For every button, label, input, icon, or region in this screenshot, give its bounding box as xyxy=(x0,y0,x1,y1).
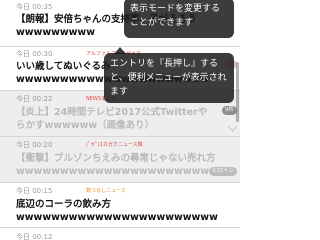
entry-source: (ﾟ∀ﾟ)1カガクニュース隊 xyxy=(86,142,143,148)
entry-time: 今日 00:30 xyxy=(16,50,53,58)
entry-time: 今日 00:35 xyxy=(16,3,53,11)
entry-title: 【衝撃】ブルゾンちえみの尋常じゃない売れ方wwwwwwwwwwwwwwwwwww… xyxy=(16,153,216,177)
long-press-tooltip: エントリを『長押し』すると、便利メニューが表示されます xyxy=(104,53,234,103)
entry-time: 今日 00:22 xyxy=(16,95,53,103)
list-item[interactable]: 今日 00:20 (ﾟ∀ﾟ)1カガクニュース隊 【衝撃】ブルゾンちえみの尋常じゃ… xyxy=(0,137,240,183)
long-press-tooltip-text: エントリを『長押し』すると、便利メニューが表示されます xyxy=(110,59,227,97)
entry-title: 底辺のコーラの飲み方wwwwwwwwwwwwwwwwwwwwwww xyxy=(16,199,218,223)
scrollbar[interactable] xyxy=(236,62,239,122)
list-item[interactable]: 今日 00:15 数つるしニュース 底辺のコーラの飲み方wwwwwwwwwwww… xyxy=(0,183,240,228)
category-badge: ヒロイン xyxy=(208,167,237,176)
display-mode-tooltip: 表示モードを変更することができます xyxy=(124,0,234,38)
entry-title: 【炎上】24時間テレビ2017公式Twitterやらかすwwwwww（画像あり） xyxy=(16,107,208,131)
entry-time: 今日 00:12 xyxy=(16,233,53,240)
entry-source: 数つるしニュース xyxy=(86,188,126,194)
display-mode-tooltip-text: 表示モードを変更することができます xyxy=(130,4,221,28)
entry-time: 今日 00:20 xyxy=(16,141,53,149)
entry-time: 今日 00:15 xyxy=(16,187,53,195)
list-item[interactable]: 今日 00:12 xyxy=(0,228,240,240)
chevron-down-icon[interactable] xyxy=(227,121,238,132)
comment-count-badge: 9件 xyxy=(222,106,237,115)
